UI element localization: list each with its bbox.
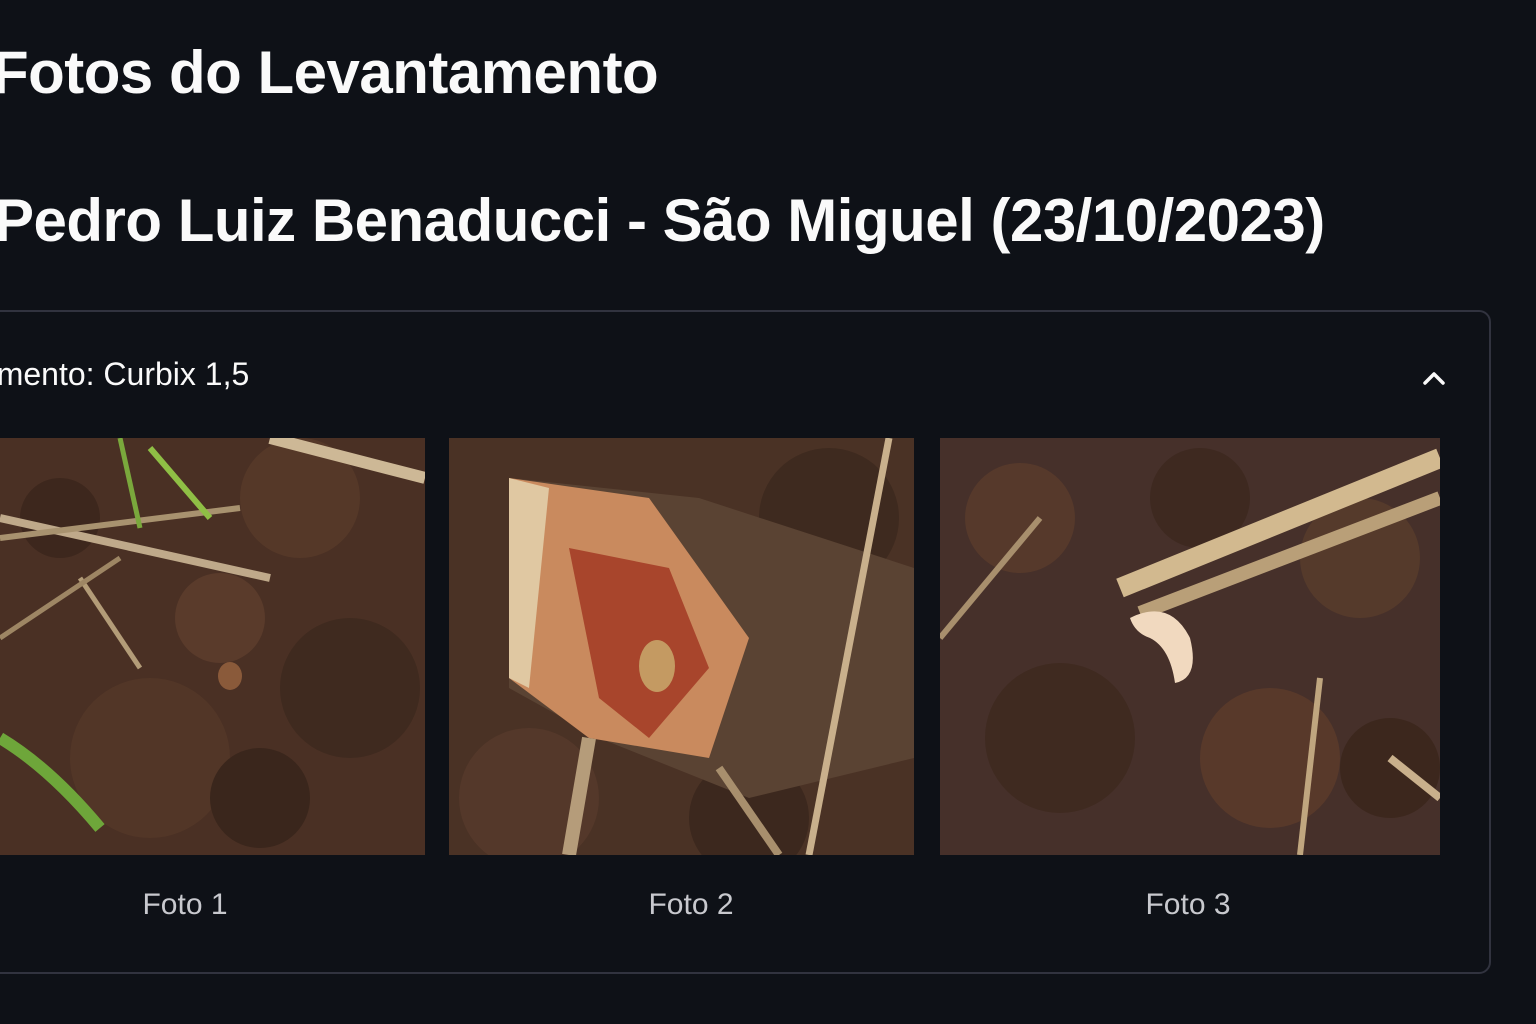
photo-3-caption: Foto 3	[1145, 888, 1231, 921]
page: Fotos do Levantamento Pedro Luiz Benaduc…	[0, 0, 1536, 1024]
photo-1	[0, 438, 425, 855]
page-title: Fotos do Levantamento	[0, 39, 659, 106]
photo-1-caption: Foto 1	[142, 888, 228, 921]
photo-2	[449, 438, 914, 855]
page-subtitle: Pedro Luiz Benaducci - São Miguel (23/10…	[0, 187, 1325, 254]
photo-3	[940, 438, 1440, 855]
expander-header-label[interactable]: tamento: Curbix 1,5	[0, 356, 249, 393]
photo-2-caption: Foto 2	[648, 888, 734, 921]
chevron-up-icon[interactable]	[1418, 362, 1450, 394]
